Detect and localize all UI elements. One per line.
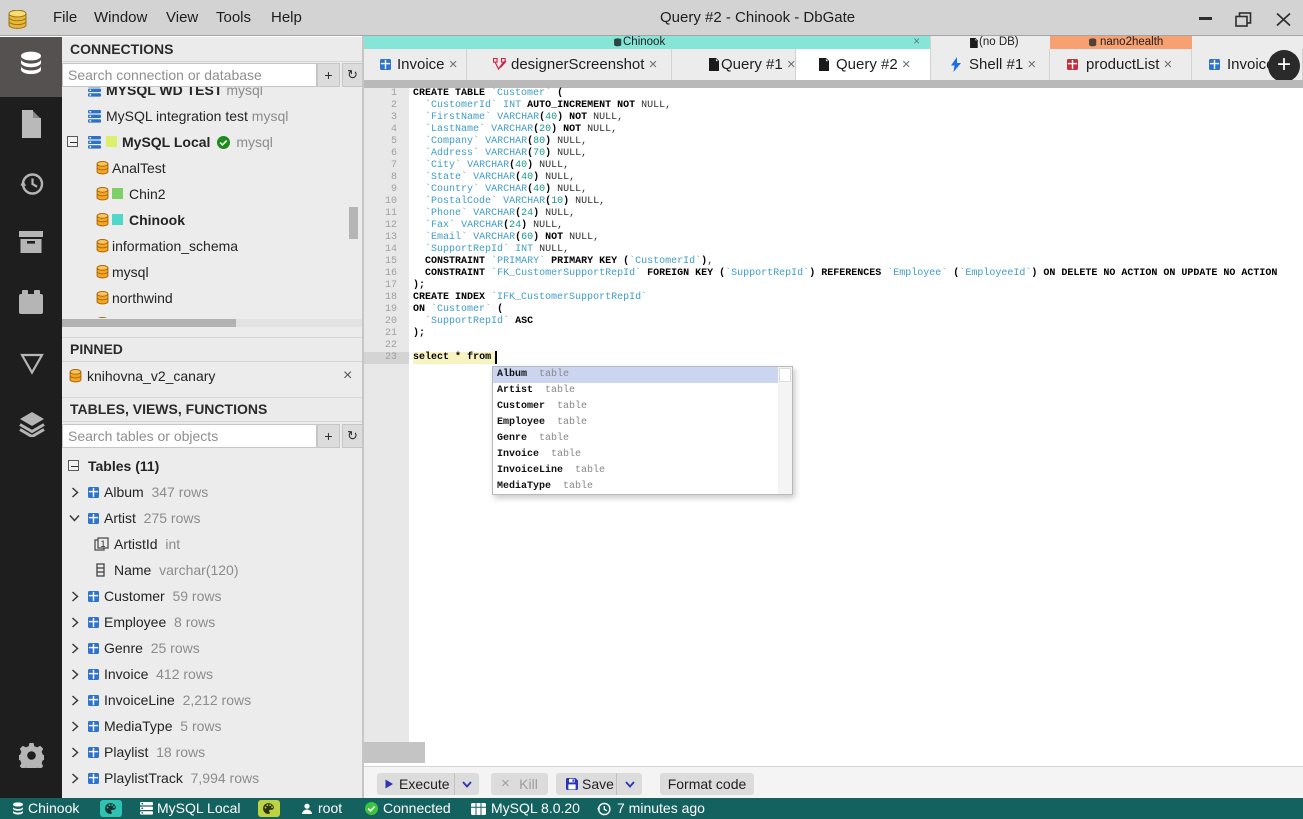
- svg-text:1: 1: [100, 539, 105, 549]
